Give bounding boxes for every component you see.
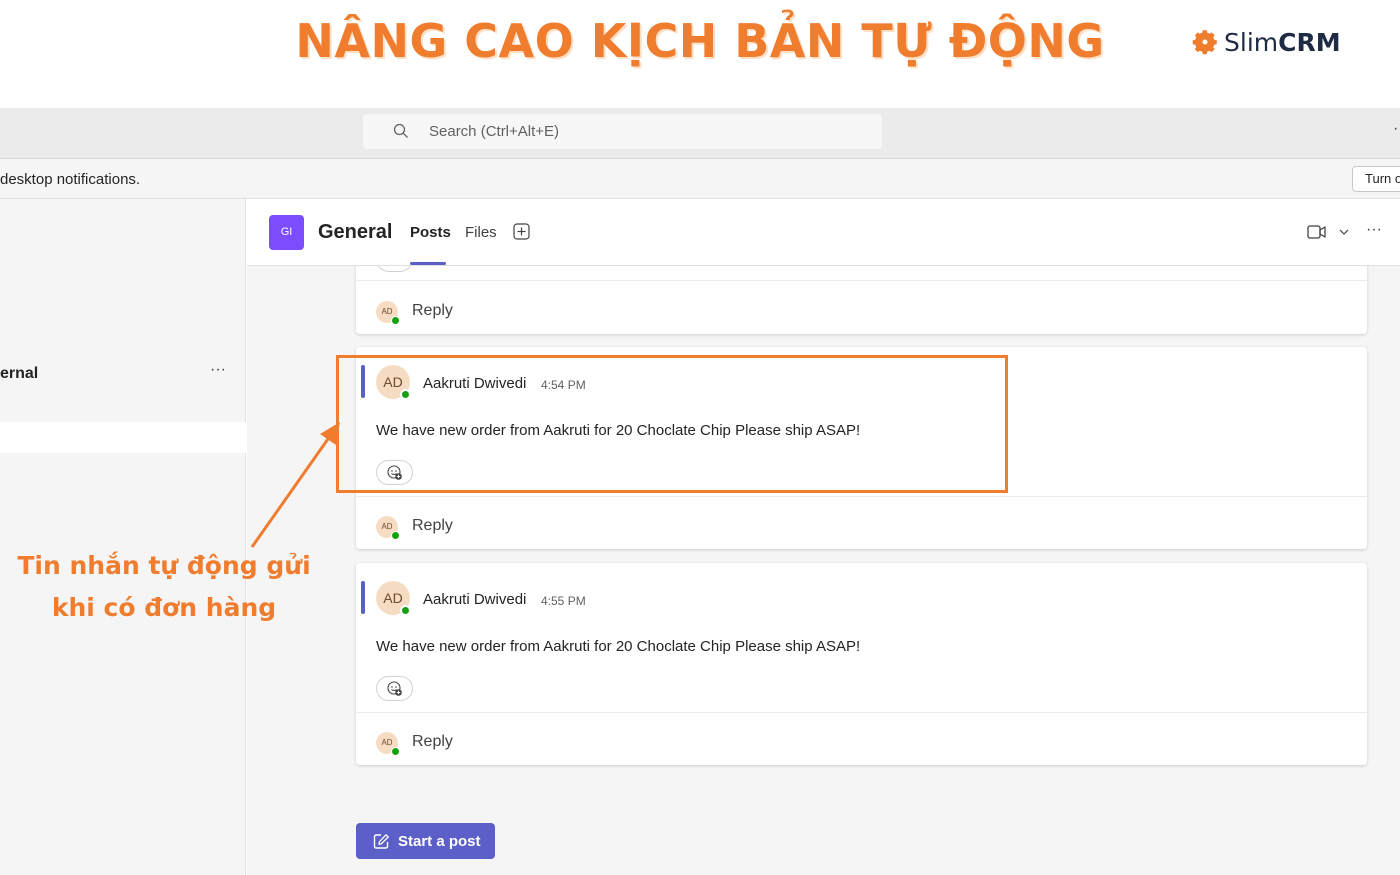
presence-available-icon: [391, 316, 400, 325]
team-more-button[interactable]: ···: [210, 361, 226, 379]
post-accent-bar: [361, 581, 365, 614]
teams-topbar: Search (Ctrl+Alt+E) ···: [0, 108, 1400, 159]
gear-icon: [1192, 30, 1217, 55]
author-avatar[interactable]: AD: [376, 581, 411, 616]
presence-available-icon: [400, 605, 411, 616]
reply-label: Reply: [412, 733, 453, 750]
post-timestamp: 4:54 PM: [541, 378, 586, 392]
post-card: AD Aakruti Dwivedi 4:55 PM We have new o…: [356, 563, 1367, 765]
topbar-more-button[interactable]: ···: [1393, 120, 1400, 138]
add-reaction-button[interactable]: [376, 676, 413, 701]
avatar: AD: [376, 516, 400, 540]
post-author[interactable]: Aakruti Dwivedi: [423, 375, 526, 392]
tab-posts[interactable]: Posts: [410, 224, 451, 241]
annotation-line-2: khi có đơn hàng: [51, 593, 277, 622]
avatar-initials: AD: [383, 590, 403, 606]
channel-header: GI General Posts Files ···: [247, 199, 1400, 266]
annotation-arrow-icon: [250, 422, 340, 548]
post-divider: [356, 712, 1367, 713]
annotation-line-1: Tin nhắn tự động gửi: [17, 551, 311, 580]
reaction-pill-partial[interactable]: [376, 266, 413, 272]
avatar-initials: AD: [381, 738, 393, 747]
search-icon: [393, 123, 408, 138]
emoji-add-icon: [387, 465, 402, 480]
post-divider: [356, 496, 1367, 497]
video-call-icon[interactable]: [1307, 225, 1327, 239]
emoji-add-icon: [387, 681, 402, 696]
post-divider: [356, 280, 1367, 281]
compose-icon: [373, 833, 389, 849]
presence-available-icon: [400, 389, 411, 400]
author-avatar[interactable]: AD: [376, 365, 411, 400]
post-timestamp: 4:55 PM: [541, 594, 586, 608]
turn-on-notifications-button[interactable]: Turn on: [1352, 166, 1400, 192]
reply-label: Reply: [412, 517, 453, 534]
post-card-partial: AD Reply: [356, 266, 1367, 334]
add-reaction-button[interactable]: [376, 460, 413, 485]
search-placeholder: Search (Ctrl+Alt+E): [429, 123, 560, 140]
start-post-label: Start a post: [398, 832, 481, 850]
avatar-initials: AD: [381, 307, 393, 316]
avatar: AD: [376, 732, 400, 756]
annotation-text: Tin nhắn tự động gửi khi có đơn hàng: [14, 545, 314, 629]
reply-label: Reply: [412, 302, 453, 319]
selected-channel-row[interactable]: [0, 422, 246, 453]
avatar: AD: [376, 301, 400, 325]
presence-available-icon: [391, 531, 400, 540]
slimcrm-logo: Slim CRM: [1190, 26, 1341, 58]
logo-crm: CRM: [1278, 27, 1341, 57]
avatar-initials: AD: [383, 374, 403, 390]
notification-text: desktop notifications.: [0, 171, 141, 188]
add-tab-icon[interactable]: [513, 223, 530, 240]
channel-more-button[interactable]: ···: [1366, 221, 1382, 239]
presence-available-icon: [391, 747, 400, 756]
post-message: We have new order from Aakruti for 20 Ch…: [376, 638, 861, 655]
post-accent-bar: [361, 365, 365, 398]
team-name[interactable]: ernal: [0, 365, 38, 383]
logo-slim: Slim: [1224, 27, 1279, 57]
tab-files[interactable]: Files: [465, 224, 497, 241]
channel-title: General: [318, 221, 393, 243]
search-input[interactable]: Search (Ctrl+Alt+E): [363, 114, 882, 149]
post-card: AD Aakruti Dwivedi 4:54 PM We have new o…: [356, 347, 1367, 549]
channel-avatar: GI: [269, 215, 304, 250]
teams-left-pane: ernal ···: [0, 199, 246, 875]
banner: NÂNG CAO KỊCH BẢN TỰ ĐỘNG Slim CRM: [0, 0, 1400, 108]
notification-bar: desktop notifications. Turn on: [0, 159, 1400, 199]
avatar-initials: AD: [381, 522, 393, 531]
active-tab-indicator: [410, 262, 446, 265]
post-author[interactable]: Aakruti Dwivedi: [423, 591, 526, 608]
posts-feed: AD Reply AD Aakruti Dwivedi 4:54 PM We h…: [247, 266, 1400, 875]
post-message: We have new order from Aakruti for 20 Ch…: [376, 422, 861, 439]
start-post-button[interactable]: Start a post: [356, 823, 495, 859]
chevron-down-icon[interactable]: [1339, 228, 1349, 236]
